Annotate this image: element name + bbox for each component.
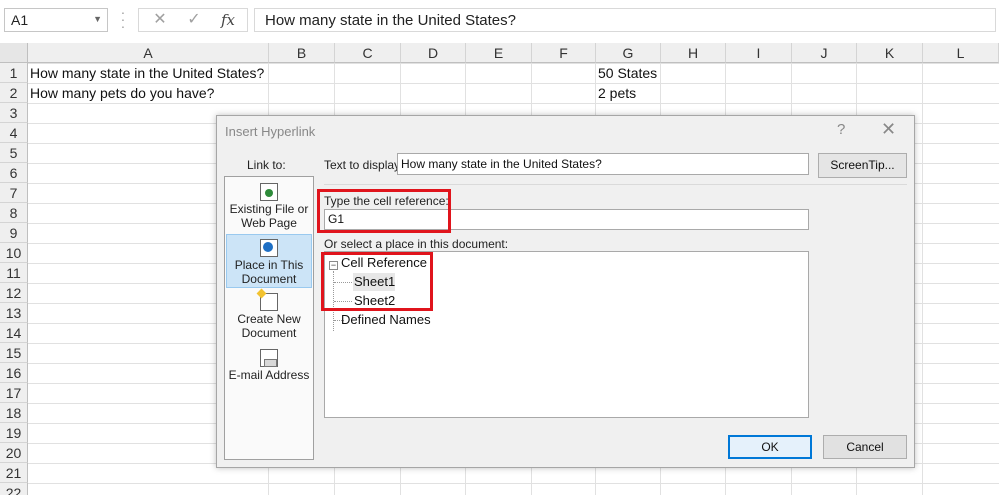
cancel-button[interactable]: Cancel bbox=[823, 435, 907, 459]
link-item-label: Place in This bbox=[234, 258, 304, 272]
screentip-button[interactable]: ScreenTip... bbox=[818, 153, 907, 178]
name-box[interactable]: A1 ▼ bbox=[4, 8, 108, 32]
row-header-5[interactable]: 5 bbox=[0, 143, 28, 163]
column-header-a[interactable]: A bbox=[28, 43, 269, 63]
formula-value: How many state in the United States? bbox=[265, 12, 516, 29]
cell-g2[interactable]: 2 pets bbox=[596, 83, 636, 103]
more-options-icon[interactable]: · · · bbox=[118, 5, 128, 33]
row-header-6[interactable]: 6 bbox=[0, 163, 28, 183]
dialog-title: Insert Hyperlink bbox=[225, 124, 316, 139]
formula-bar: A1 ▼ · · · ✕ ✓ fx How many state in the Un… bbox=[0, 0, 999, 42]
link-existing-file[interactable]: Existing File or Web Page bbox=[226, 179, 312, 233]
create-new-document-icon bbox=[260, 293, 278, 311]
row-header-9[interactable]: 9 bbox=[0, 223, 28, 243]
column-header-l[interactable]: L bbox=[923, 43, 999, 63]
link-to-panel: Existing File or Web Page Place in This … bbox=[224, 176, 314, 460]
formula-input[interactable]: How many state in the United States? bbox=[254, 8, 996, 32]
row-header-14[interactable]: 14 bbox=[0, 323, 28, 343]
row-header-15[interactable]: 15 bbox=[0, 343, 28, 363]
column-header-f[interactable]: F bbox=[532, 43, 596, 63]
highlight-box bbox=[321, 252, 433, 311]
email-address-icon bbox=[260, 349, 278, 367]
column-header-e[interactable]: E bbox=[466, 43, 532, 63]
row-header-19[interactable]: 19 bbox=[0, 423, 28, 443]
cell-a1[interactable]: How many state in the United States? bbox=[28, 63, 264, 83]
cell-g1[interactable]: 50 States bbox=[596, 63, 657, 83]
insert-hyperlink-dialog: Insert Hyperlink ? ✕ Link to: Existing F… bbox=[216, 115, 915, 468]
row-header-20[interactable]: 20 bbox=[0, 443, 28, 463]
text-to-display-input[interactable]: How many state in the United States? bbox=[397, 153, 809, 175]
close-icon[interactable]: ✕ bbox=[881, 119, 896, 140]
column-header-i[interactable]: I bbox=[726, 43, 792, 63]
help-icon[interactable]: ? bbox=[837, 121, 845, 138]
row-header-13[interactable]: 13 bbox=[0, 303, 28, 323]
ok-button[interactable]: OK bbox=[728, 435, 812, 459]
link-item-label: Create New bbox=[237, 312, 301, 326]
column-header-c[interactable]: C bbox=[335, 43, 401, 63]
link-item-label: Document bbox=[241, 326, 297, 340]
row-header-10[interactable]: 10 bbox=[0, 243, 28, 263]
link-place-in-document[interactable]: Place in This Document bbox=[226, 234, 312, 288]
divider bbox=[324, 184, 907, 185]
select-place-label: Or select a place in this document: bbox=[324, 237, 509, 251]
link-item-label: Web Page bbox=[241, 216, 297, 230]
row-header-7[interactable]: 7 bbox=[0, 183, 28, 203]
row-header-8[interactable]: 8 bbox=[0, 203, 28, 223]
link-item-label: E-mail Address bbox=[228, 368, 310, 382]
link-create-new-document[interactable]: Create New Document bbox=[226, 289, 312, 343]
column-header-d[interactable]: D bbox=[401, 43, 466, 63]
row-header-22[interactable]: 22 bbox=[0, 483, 28, 495]
row-header-12[interactable]: 12 bbox=[0, 283, 28, 303]
link-item-label: Existing File or bbox=[229, 202, 309, 216]
row-header-4[interactable]: 4 bbox=[0, 123, 28, 143]
row-header-1[interactable]: 1 bbox=[0, 63, 28, 83]
existing-file-icon bbox=[260, 183, 278, 201]
highlight-box bbox=[317, 189, 451, 233]
column-header-k[interactable]: K bbox=[857, 43, 923, 63]
link-email-address[interactable]: E-mail Address bbox=[226, 345, 312, 399]
select-all-corner[interactable] bbox=[0, 43, 28, 63]
row-header-21[interactable]: 21 bbox=[0, 463, 28, 483]
row-header-11[interactable]: 11 bbox=[0, 263, 28, 283]
cell-a2[interactable]: How many pets do you have? bbox=[28, 83, 214, 103]
gridline bbox=[922, 63, 923, 495]
chevron-down-icon[interactable]: ▼ bbox=[93, 14, 102, 24]
row-header-16[interactable]: 16 bbox=[0, 363, 28, 383]
row-header-3[interactable]: 3 bbox=[0, 103, 28, 123]
name-box-value: A1 bbox=[11, 12, 29, 28]
tree-item-defined-names[interactable]: Defined Names bbox=[341, 312, 431, 327]
formula-buttons: ✕ ✓ fx bbox=[138, 8, 248, 32]
column-header-b[interactable]: B bbox=[269, 43, 335, 63]
row-header-18[interactable]: 18 bbox=[0, 403, 28, 423]
row-header-17[interactable]: 17 bbox=[0, 383, 28, 403]
column-header-h[interactable]: H bbox=[661, 43, 726, 63]
link-to-label: Link to: bbox=[247, 158, 286, 172]
column-header-j[interactable]: J bbox=[792, 43, 857, 63]
link-item-label: Document bbox=[241, 272, 297, 286]
column-header-g[interactable]: G bbox=[596, 43, 661, 63]
row-header-2[interactable]: 2 bbox=[0, 83, 28, 103]
cancel-entry-icon[interactable]: ✕ bbox=[145, 10, 175, 30]
text-to-display-label: Text to display: bbox=[324, 158, 404, 172]
insert-function-icon[interactable]: fx bbox=[213, 10, 243, 30]
enter-entry-icon[interactable]: ✓ bbox=[179, 10, 209, 30]
place-in-document-icon bbox=[260, 239, 278, 257]
